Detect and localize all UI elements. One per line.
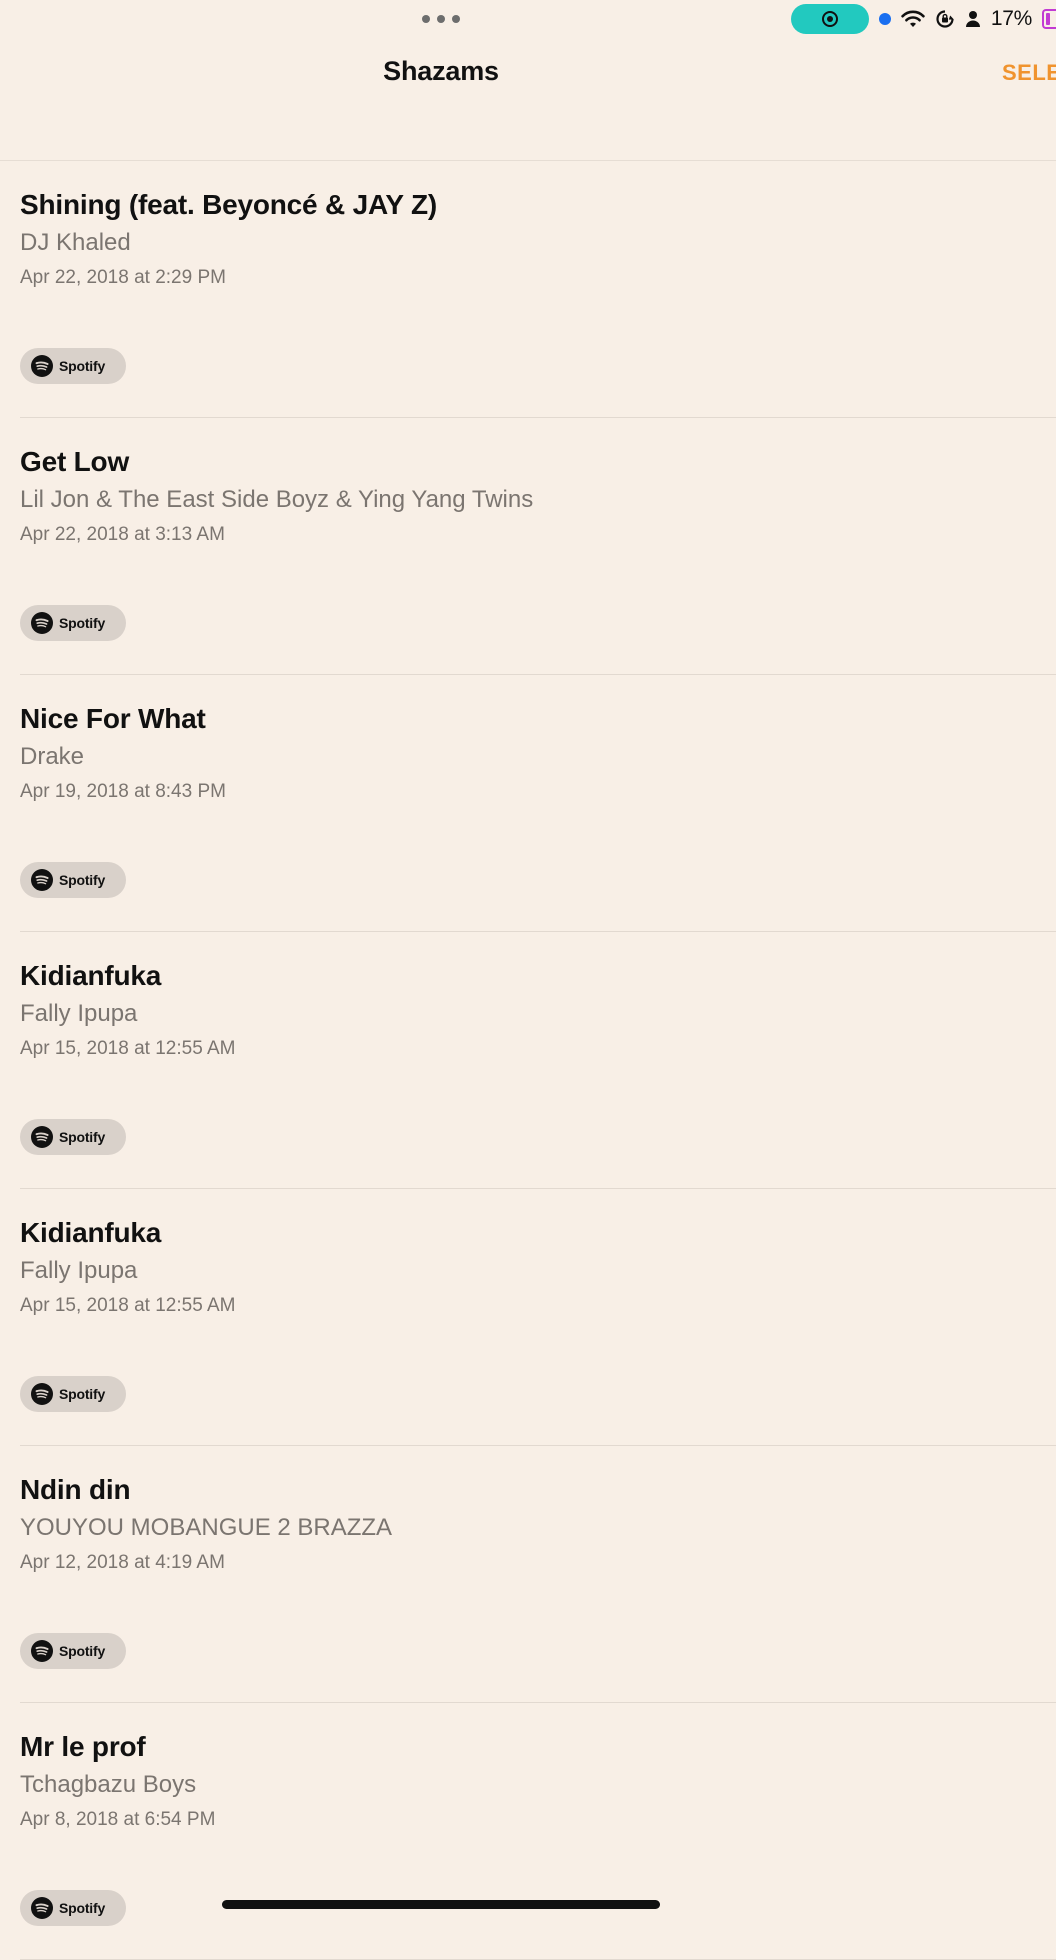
screen-record-icon[interactable] (790, 4, 869, 34)
song-artist: Drake (20, 743, 85, 770)
song-artist: Lil Jon & The East Side Boyz & Ying Yang… (20, 486, 534, 513)
spotify-label: Spotify (59, 1900, 106, 1916)
status-bar-right: 17% (790, 4, 1056, 34)
song-title: Ndin din (20, 1474, 131, 1505)
song-date: Apr 15, 2018 at 12:55 AM (20, 1295, 236, 1316)
spotify-icon (31, 612, 53, 634)
spotify-label: Spotify (59, 615, 106, 631)
dot (437, 15, 445, 23)
spotify-button[interactable]: Spotify (20, 1890, 126, 1926)
spotify-button[interactable]: Spotify (20, 862, 126, 898)
spotify-label: Spotify (59, 358, 106, 374)
dot (422, 15, 430, 23)
shazam-row[interactable]: Shining (feat. Beyoncé & JAY Z) DJ Khale… (20, 161, 1056, 418)
spotify-icon (31, 355, 53, 377)
spotify-label: Spotify (59, 1129, 106, 1145)
shazam-row[interactable]: Get Low Lil Jon & The East Side Boyz & Y… (20, 418, 1056, 675)
song-title: Get Low (20, 446, 130, 477)
song-date: Apr 12, 2018 at 4:19 AM (20, 1552, 225, 1573)
wifi-icon (901, 9, 925, 29)
more-dots-icon[interactable] (422, 10, 460, 28)
spotify-icon (31, 1126, 53, 1148)
select-button[interactable]: SELE (1002, 60, 1056, 86)
spotify-button[interactable]: Spotify (20, 1119, 126, 1155)
shazam-row[interactable]: Kidianfuka Fally Ipupa Apr 15, 2018 at 1… (20, 1189, 1056, 1446)
spotify-button[interactable]: Spotify (20, 605, 126, 641)
song-date: Apr 8, 2018 at 6:54 PM (20, 1809, 216, 1830)
song-title: Shining (feat. Beyoncé & JAY Z) (20, 189, 437, 220)
spotify-icon (31, 869, 53, 891)
battery-icon (1042, 9, 1056, 29)
song-title: Mr le prof (20, 1731, 146, 1762)
song-artist: DJ Khaled (20, 229, 131, 256)
spotify-button[interactable]: Spotify (20, 1376, 126, 1412)
shazam-row[interactable]: Kidianfuka Fally Ipupa Apr 15, 2018 at 1… (20, 932, 1056, 1189)
song-artist: Fally Ipupa (20, 1000, 138, 1027)
dot (452, 15, 460, 23)
shazam-row[interactable]: Nice For What Drake Apr 19, 2018 at 8:43… (20, 675, 1056, 932)
song-title: Kidianfuka (20, 1217, 162, 1248)
song-title: Kidianfuka (20, 960, 162, 991)
battery-percent: 17% (990, 7, 1032, 30)
song-date: Apr 15, 2018 at 12:55 AM (20, 1038, 236, 1059)
spotify-icon (31, 1897, 53, 1919)
shazam-list: Shining (feat. Beyoncé & JAY Z) DJ Khale… (0, 161, 1056, 1960)
shazam-row[interactable]: Mr le prof Tchagbazu Boys Apr 8, 2018 at… (20, 1703, 1056, 1960)
person-icon (965, 10, 981, 28)
spotify-icon (31, 1383, 53, 1405)
song-artist: YOUYOU MOBANGUE 2 BRAZZA (20, 1514, 393, 1541)
song-artist: Fally Ipupa (20, 1257, 138, 1284)
home-indicator[interactable] (222, 1900, 660, 1909)
shazam-row[interactable]: Ndin din YOUYOU MOBANGUE 2 BRAZZA Apr 12… (20, 1446, 1056, 1703)
song-artist: Tchagbazu Boys (20, 1771, 197, 1798)
spotify-label: Spotify (59, 1386, 106, 1402)
record-indicator (821, 11, 838, 27)
rotation-lock-icon (935, 9, 955, 29)
spotify-label: Spotify (59, 872, 106, 888)
spotify-button[interactable]: Spotify (20, 348, 126, 384)
song-date: Apr 22, 2018 at 2:29 PM (20, 267, 226, 288)
spotify-button[interactable]: Spotify (20, 1633, 126, 1669)
location-dot-icon (878, 13, 891, 25)
spotify-icon (31, 1640, 53, 1662)
song-date: Apr 22, 2018 at 3:13 AM (20, 524, 225, 545)
spotify-label: Spotify (59, 1643, 106, 1659)
page-title: Shazams (383, 56, 499, 86)
song-date: Apr 19, 2018 at 8:43 PM (20, 781, 226, 802)
song-title: Nice For What (20, 703, 206, 734)
